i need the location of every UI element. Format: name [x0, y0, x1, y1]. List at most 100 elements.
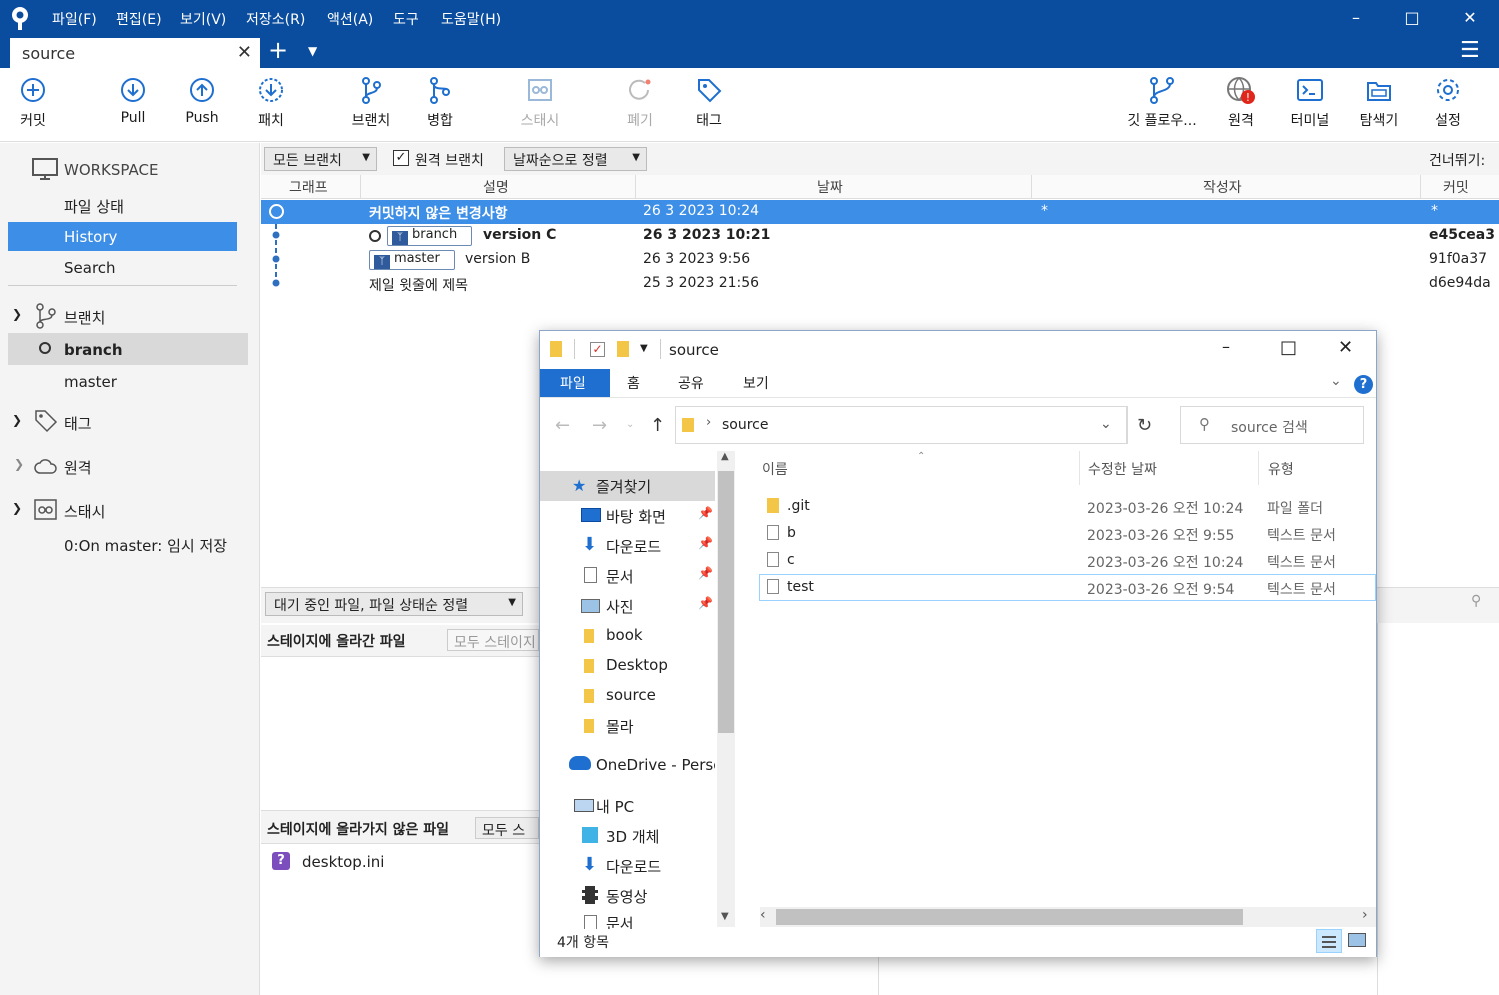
- maximize-button[interactable]: □: [1280, 337, 1297, 358]
- nav-item-this-pc[interactable]: 내 PC: [540, 791, 715, 821]
- patch-button[interactable]: 패치: [236, 76, 306, 130]
- file-list-scrollbar[interactable]: ‹ ›: [760, 907, 1376, 927]
- sidebar-item-stash[interactable]: 0:On master: 임시 저장: [64, 535, 227, 556]
- nav-item-3d-objects[interactable]: 3D 개체: [540, 821, 715, 851]
- nav-item-downloads[interactable]: ⬇ 다운로드 📌: [540, 531, 715, 561]
- pull-button[interactable]: Pull: [98, 76, 168, 126]
- sort-dropdown[interactable]: 날짜순으로 정렬 ▼: [504, 147, 647, 171]
- close-button[interactable]: ✕: [1458, 6, 1482, 30]
- file-row[interactable]: test 2023-03-26 오전 9:54 텍스트 문서: [759, 574, 1376, 601]
- discard-button[interactable]: 폐기: [605, 76, 675, 130]
- nav-item-molla[interactable]: 몰라: [540, 711, 715, 741]
- scroll-right-icon[interactable]: ›: [1362, 907, 1368, 923]
- nav-item-desktop[interactable]: 바탕 화면 📌: [540, 501, 715, 531]
- chevron-down-icon[interactable]: ❯: [12, 501, 22, 515]
- remotes-header[interactable]: 원격: [64, 457, 92, 478]
- col-type[interactable]: 유형: [1268, 459, 1294, 479]
- nav-item-documents[interactable]: 문서 📌: [540, 561, 715, 591]
- recent-locations-icon[interactable]: ⌄: [626, 419, 634, 430]
- terminal-button[interactable]: 터미널: [1275, 76, 1345, 130]
- menu-edit[interactable]: 편집(E): [116, 9, 162, 29]
- ribbon-tab-share[interactable]: 공유: [678, 373, 704, 393]
- menu-tools[interactable]: 도구: [393, 9, 419, 29]
- gitflow-button[interactable]: 깃 플로우...: [1120, 76, 1204, 130]
- settings-button[interactable]: 설정: [1413, 76, 1483, 130]
- tag-button[interactable]: 태그: [674, 76, 744, 130]
- remote-button[interactable]: ! 원격: [1206, 76, 1276, 130]
- chevron-down-icon[interactable]: ❯: [12, 413, 22, 427]
- chevron-down-icon[interactable]: ❯: [12, 307, 22, 321]
- nav-item-pictures[interactable]: 사진 📌: [540, 591, 715, 621]
- stashes-header[interactable]: 스태시: [64, 501, 105, 522]
- nav-item-onedrive[interactable]: OneDrive - Person: [540, 751, 715, 781]
- file-row[interactable]: .git 2023-03-26 오전 10:24 파일 폴더: [759, 494, 1376, 520]
- nav-item-desktop-folder[interactable]: Desktop: [540, 651, 715, 681]
- branch-button[interactable]: 브랜치: [336, 76, 406, 130]
- up-arrow-icon[interactable]: ↑: [650, 415, 665, 436]
- explorer-button[interactable]: 탐색기: [1344, 76, 1414, 130]
- branches-header[interactable]: 브랜치: [64, 307, 105, 328]
- new-tab-icon[interactable]: +: [268, 36, 288, 64]
- refresh-icon[interactable]: ↻: [1137, 415, 1152, 436]
- sidebar-item-history[interactable]: History: [8, 222, 237, 251]
- table-row[interactable]: 커밋하지 않은 변경사항 26 3 2023 10:24 * *: [261, 200, 1499, 224]
- minimize-button[interactable]: –: [1222, 337, 1230, 356]
- menu-actions[interactable]: 액션(A): [327, 9, 373, 29]
- scroll-down-icon[interactable]: ▼: [721, 911, 729, 922]
- ribbon-expand-icon[interactable]: ⌄: [1330, 373, 1342, 389]
- menu-file[interactable]: 파일(F): [52, 9, 97, 29]
- col-author[interactable]: 작성자: [1203, 177, 1242, 197]
- unstage-all-button[interactable]: 모두 스테이지: [447, 629, 539, 651]
- tags-header[interactable]: 태그: [64, 413, 92, 434]
- push-button[interactable]: Push: [167, 76, 237, 126]
- chevron-right-icon[interactable]: ❯: [14, 457, 24, 471]
- forward-arrow-icon[interactable]: →: [592, 415, 607, 436]
- col-date[interactable]: 날짜: [817, 177, 843, 197]
- branch-filter-dropdown[interactable]: 모든 브랜치 ▼: [264, 147, 377, 171]
- ribbon-tab-file[interactable]: 파일: [540, 369, 610, 397]
- menu-repository[interactable]: 저장소(R): [246, 9, 305, 29]
- table-row[interactable]: ᛉ master version B 26 3 2023 9:56 91f0a37: [261, 248, 1499, 272]
- table-row[interactable]: ᛉ branch version C 26 3 2023 10:21 e45cea…: [261, 224, 1499, 248]
- file-row[interactable]: b 2023-03-26 오전 9:55 텍스트 문서: [759, 521, 1376, 547]
- chevron-down-icon[interactable]: ⌄: [1100, 416, 1112, 432]
- stash-button[interactable]: 스태시: [505, 76, 575, 130]
- nav-item-downloads-pc[interactable]: ⬇ 다운로드: [540, 851, 715, 881]
- nav-item-quick-access[interactable]: ★ 즐겨찾기: [540, 471, 715, 501]
- hamburger-menu-icon[interactable]: ☰: [1460, 38, 1480, 63]
- col-modified[interactable]: 수정한 날짜: [1088, 459, 1157, 479]
- merge-button[interactable]: 병합: [405, 76, 475, 130]
- scroll-left-icon[interactable]: ‹: [760, 907, 766, 923]
- menu-view[interactable]: 보기(V): [180, 9, 226, 29]
- col-commit[interactable]: 커밋: [1443, 177, 1469, 197]
- nav-item-videos[interactable]: 동영상: [540, 881, 715, 911]
- scroll-up-icon[interactable]: ▲: [721, 451, 729, 462]
- sidebar-item-file-status[interactable]: 파일 상태: [64, 196, 124, 217]
- quick-access-toolbar-dropdown[interactable]: ▼: [640, 343, 648, 354]
- unstaged-file-item[interactable]: desktop.ini: [302, 853, 384, 871]
- table-row[interactable]: 제일 윗줄에 제목 25 3 2023 21:56 d6e94da: [261, 272, 1499, 296]
- menu-help[interactable]: 도움말(H): [441, 9, 501, 29]
- stage-all-button[interactable]: 모두 스: [475, 817, 539, 839]
- remote-branches-checkbox[interactable]: ✓: [393, 150, 409, 166]
- search-input[interactable]: ⚲ source 검색: [1180, 406, 1364, 444]
- close-button[interactable]: ✕: [1338, 337, 1353, 358]
- commit-button[interactable]: 커밋: [0, 76, 68, 130]
- col-description[interactable]: 설명: [483, 177, 509, 197]
- help-icon[interactable]: ?: [1354, 375, 1373, 394]
- properties-icon[interactable]: ✓: [590, 342, 605, 357]
- nav-item-source[interactable]: source: [540, 681, 715, 711]
- sidebar-item-branch[interactable]: branch: [8, 333, 248, 365]
- col-name[interactable]: 이름: [762, 459, 788, 479]
- scrollbar-thumb[interactable]: [718, 471, 734, 733]
- nav-item-book[interactable]: book: [540, 621, 715, 651]
- search-icon[interactable]: ⚲: [1471, 593, 1497, 617]
- large-icons-view-icon[interactable]: [1348, 933, 1366, 947]
- tab-list-icon[interactable]: ▼: [308, 44, 317, 58]
- nav-scrollbar[interactable]: ▲ ▼: [717, 451, 735, 927]
- minimize-button[interactable]: –: [1344, 6, 1368, 30]
- scrollbar-thumb[interactable]: [776, 909, 1243, 925]
- nav-item-documents-pc[interactable]: 문서: [540, 911, 715, 929]
- sidebar-item-master[interactable]: master: [64, 373, 117, 391]
- sidebar-item-search[interactable]: Search: [64, 259, 116, 277]
